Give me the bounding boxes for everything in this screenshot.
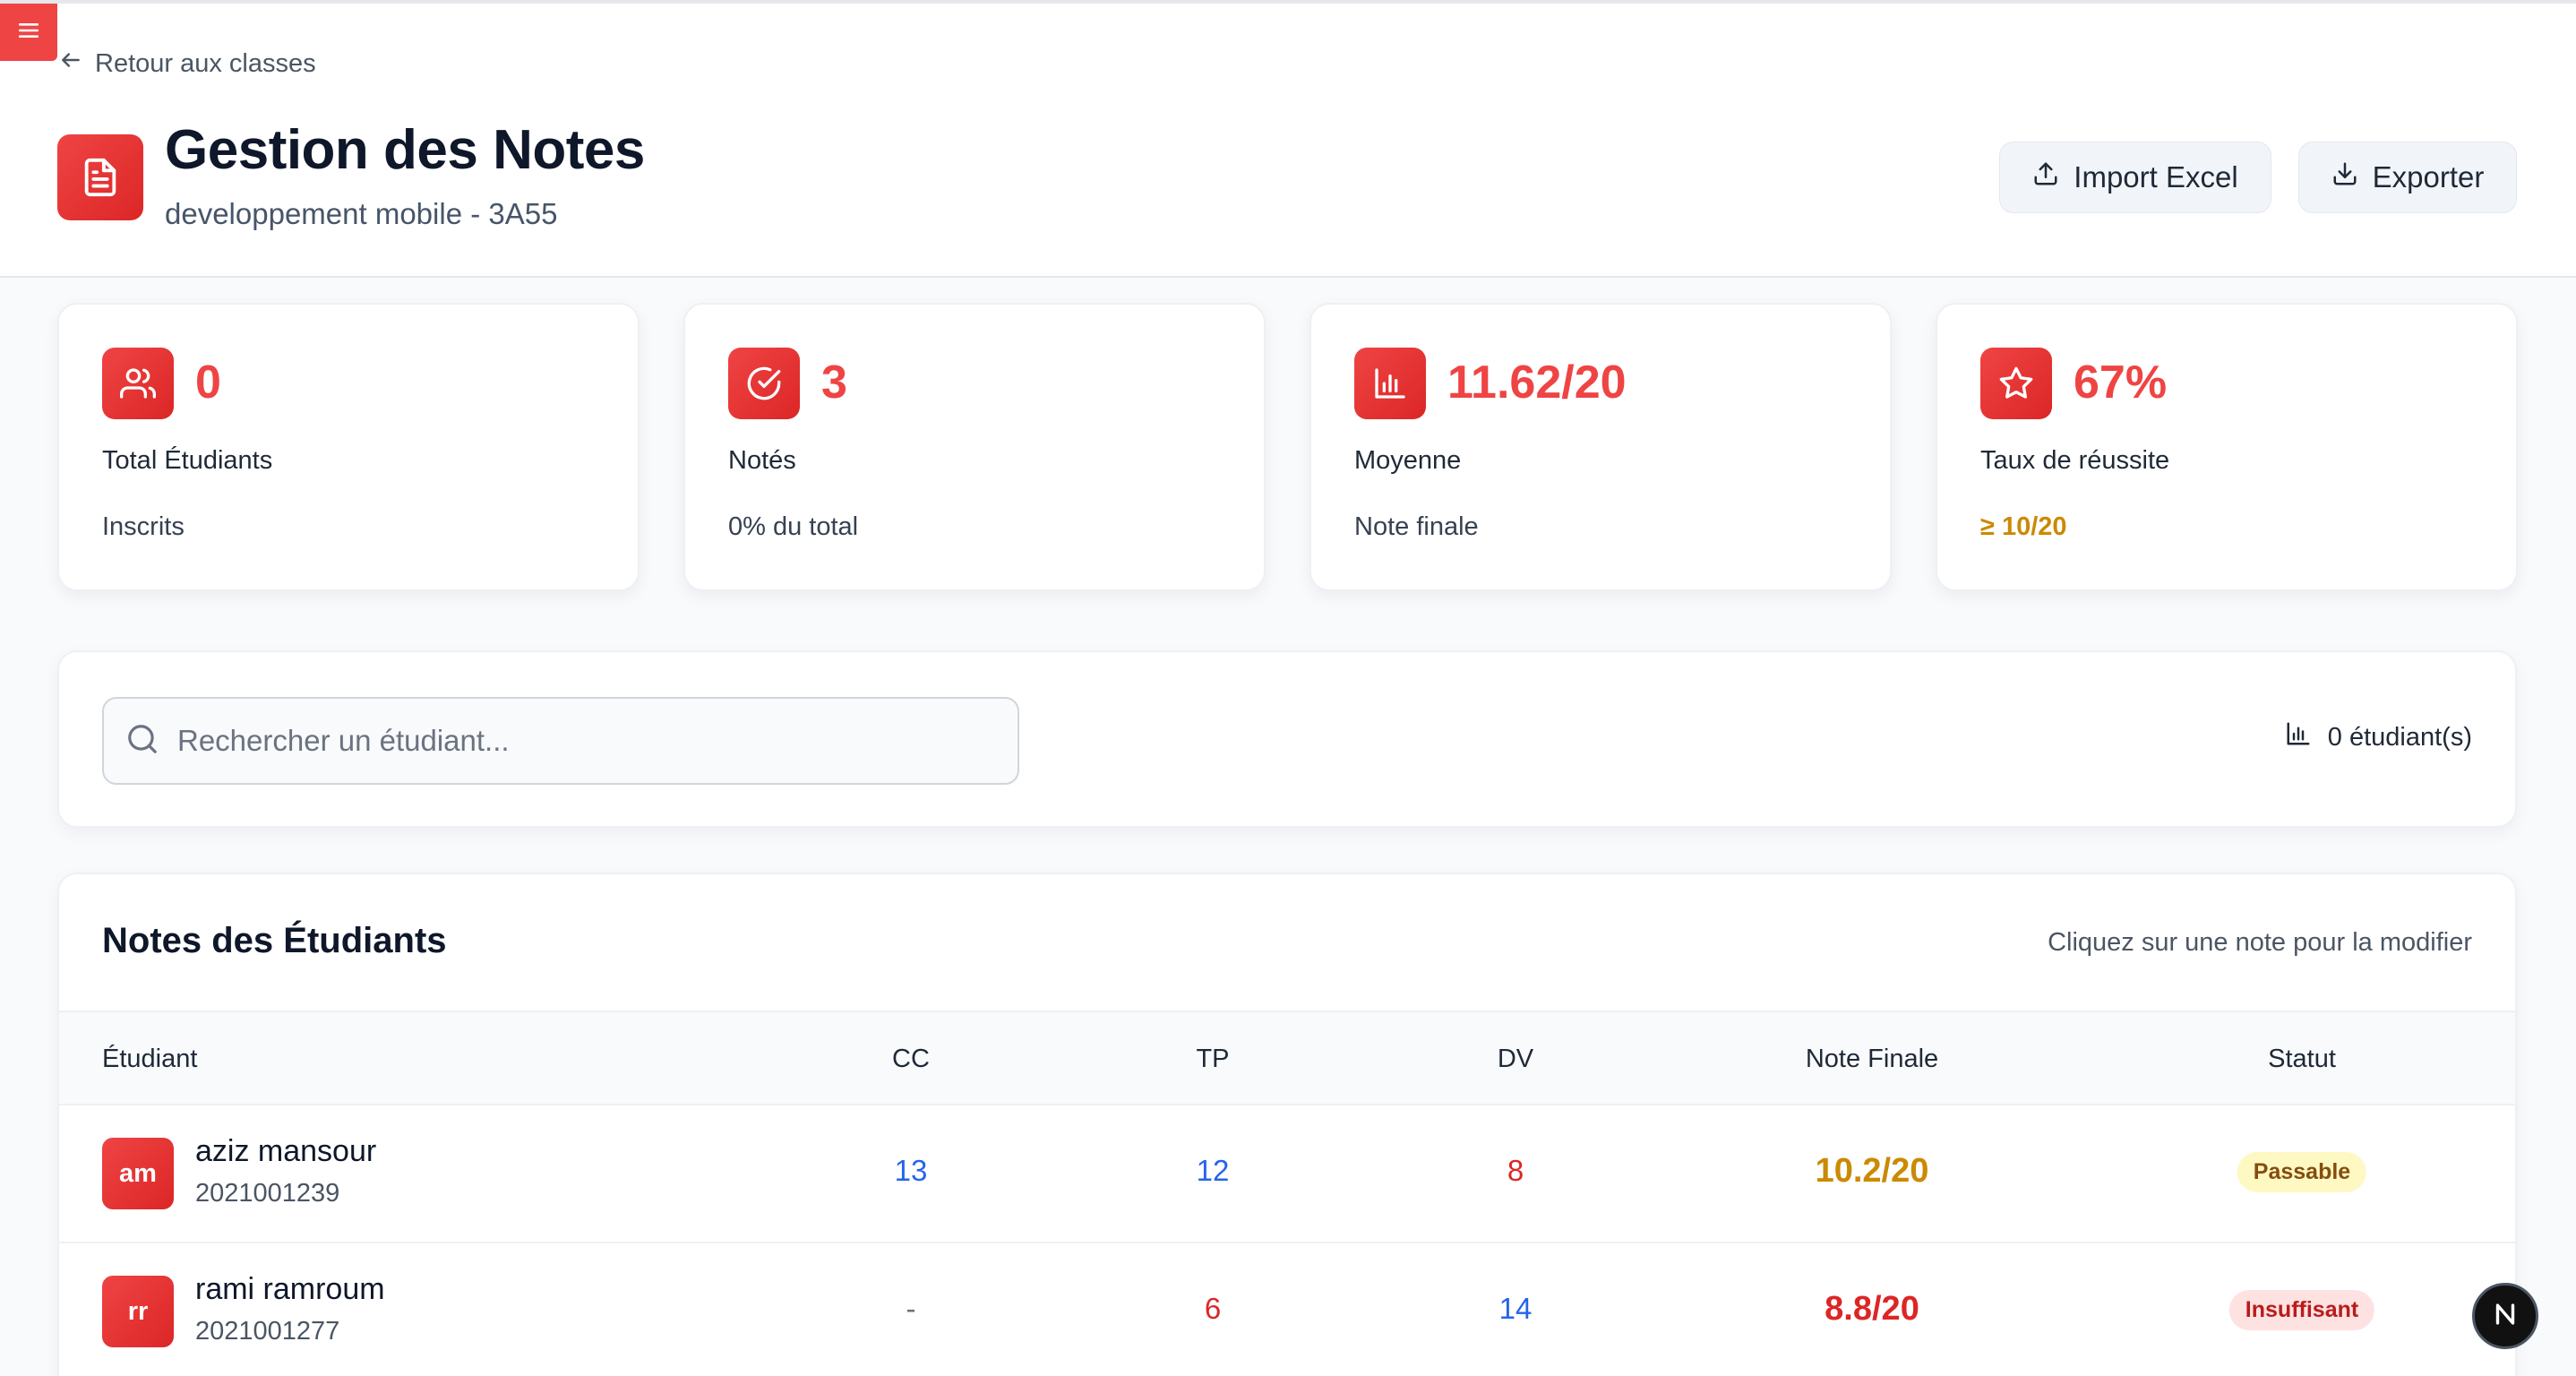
avatar: am: [102, 1138, 174, 1209]
stat-subtext: Note finale: [1354, 512, 1479, 541]
check-circle-icon: [728, 348, 800, 419]
stat-subtext: ≥ 10/20: [1980, 512, 2067, 541]
grade-cc[interactable]: 13: [886, 1152, 937, 1190]
student-id: 2021001239: [195, 1179, 340, 1208]
final-grade: 10.2/20: [1815, 1152, 1929, 1190]
upload-icon: [2032, 160, 2059, 194]
table-hint: Cliquez sur une note pour la modifier: [2048, 928, 2472, 957]
column-header-student: Étudiant: [102, 1045, 198, 1073]
stat-label: Notés: [728, 446, 796, 475]
import-excel-button[interactable]: Import Excel: [1999, 142, 2271, 213]
page-title: Gestion des Notes: [165, 119, 645, 181]
student-count: 0 étudiant(s): [2285, 720, 2472, 754]
bar-chart-icon: [2285, 720, 2312, 754]
grade-dv[interactable]: 8: [1498, 1152, 1533, 1190]
table-header: Étudiant CC TP DV Note Finale Statut: [59, 1010, 2515, 1105]
search-box: [102, 697, 1019, 785]
stat-card-success-rate: 67% Taux de réussite ≥ 10/20: [1936, 303, 2518, 591]
student-id: 2021001277: [195, 1317, 340, 1346]
grade-dv[interactable]: 14: [1490, 1290, 1541, 1328]
back-link-label: Retour aux classes: [95, 48, 316, 78]
export-label: Exporter: [2372, 160, 2485, 194]
search-input[interactable]: [177, 724, 983, 758]
arrow-left-icon: [59, 48, 82, 79]
stat-value: 0: [195, 357, 221, 408]
next-dev-button[interactable]: [2472, 1283, 2538, 1349]
back-link[interactable]: Retour aux classes: [59, 48, 316, 79]
page: Retour aux classes Gestion des Notes dev…: [0, 0, 2576, 1376]
table-row: rr rami ramroum 2021001277 - 6 14 8.8/20…: [59, 1243, 2515, 1376]
search-icon: [125, 722, 159, 761]
stat-subtext: Inscrits: [102, 512, 185, 541]
table-title: Notes des Étudiants: [102, 921, 447, 960]
hamburger-icon: [19, 22, 39, 43]
search-card: 0 étudiant(s): [57, 650, 2517, 828]
final-grade: 8.8/20: [1825, 1290, 1919, 1328]
column-header-cc: CC: [892, 1045, 930, 1073]
stat-label: Moyenne: [1354, 446, 1462, 475]
document-icon: [57, 134, 143, 220]
stat-value: 3: [821, 357, 847, 408]
grade-tp[interactable]: 6: [1196, 1290, 1230, 1328]
student-name: rami ramroum: [195, 1272, 385, 1306]
column-header-final-grade: Note Finale: [1805, 1045, 1939, 1073]
column-header-status: Statut: [2268, 1045, 2336, 1073]
grade-cc[interactable]: -: [897, 1290, 925, 1328]
status-badge: Passable: [2237, 1152, 2367, 1192]
stat-value: 11.62/20: [1447, 357, 1627, 408]
next-logo-icon: [2490, 1299, 2520, 1334]
download-icon: [2331, 160, 2358, 194]
stat-card-total-students: 0 Total Étudiants Inscrits: [57, 303, 640, 591]
import-excel-label: Import Excel: [2074, 160, 2238, 194]
stat-label: Total Étudiants: [102, 446, 273, 475]
status-badge: Insuffisant: [2228, 1290, 2375, 1330]
avatar: rr: [102, 1276, 174, 1347]
grades-table-card: Notes des Étudiants Cliquez sur une note…: [57, 873, 2517, 1376]
menu-button[interactable]: [0, 4, 57, 61]
stat-value: 67%: [2074, 357, 2168, 408]
student-name: aziz mansour: [195, 1134, 377, 1168]
student-count-label: 0 étudiant(s): [2327, 722, 2472, 752]
star-icon: [1980, 348, 2052, 419]
column-header-tp: TP: [1196, 1045, 1230, 1073]
column-header-dv: DV: [1497, 1045, 1534, 1073]
grade-tp[interactable]: 12: [1188, 1152, 1239, 1190]
page-subtitle: developpement mobile - 3A55: [165, 197, 558, 230]
page-header: Retour aux classes Gestion des Notes dev…: [0, 4, 2576, 278]
bar-chart-icon: [1354, 348, 1426, 419]
users-icon: [102, 348, 174, 419]
stat-card-graded: 3 Notés 0% du total: [683, 303, 1266, 591]
stat-subtext: 0% du total: [728, 512, 859, 541]
table-row: am aziz mansour 2021001239 13 12 8 10.2/…: [59, 1105, 2515, 1243]
stat-card-average: 11.62/20 Moyenne Note finale: [1309, 303, 1892, 591]
export-button[interactable]: Exporter: [2298, 142, 2517, 213]
stat-label: Taux de réussite: [1980, 446, 2170, 475]
